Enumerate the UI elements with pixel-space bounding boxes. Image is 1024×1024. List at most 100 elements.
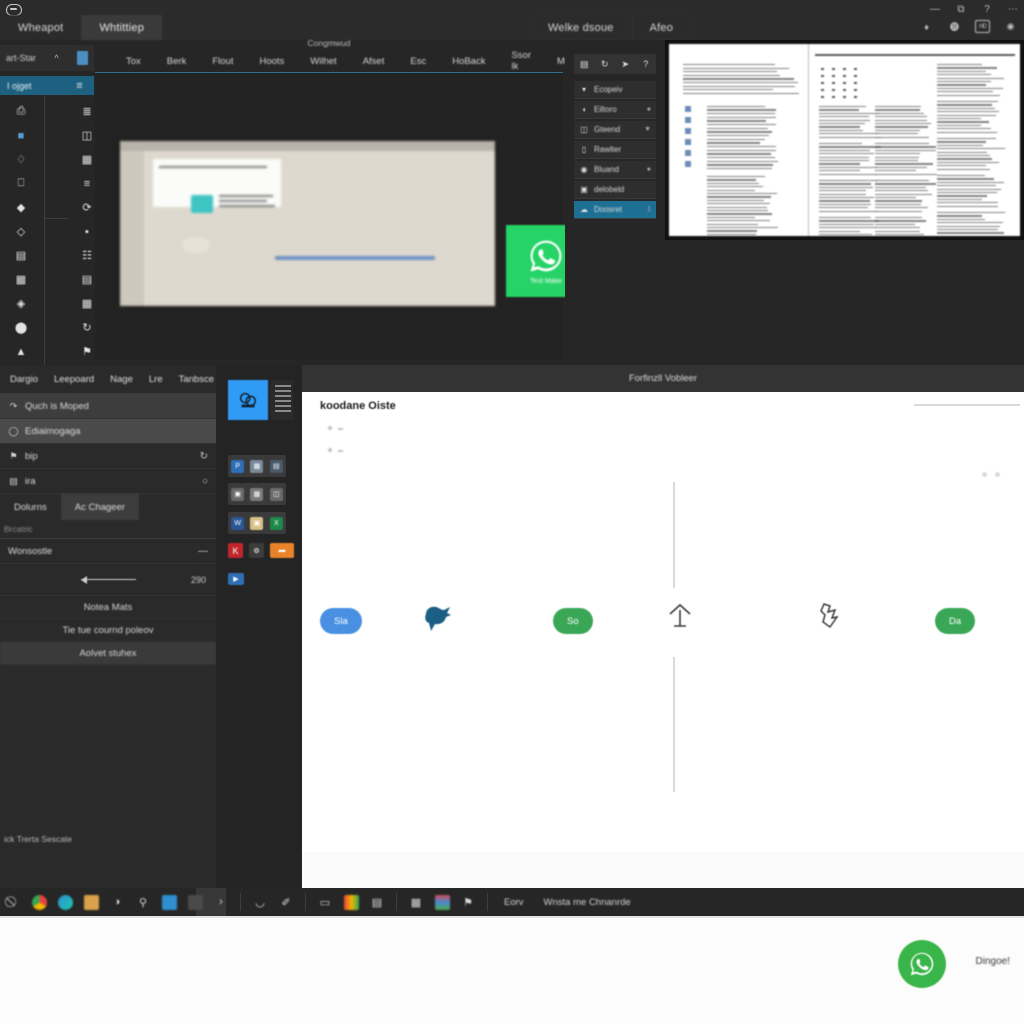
bars-icon[interactable]: ▤: [80, 272, 95, 287]
window-icon[interactable]: ▭: [312, 891, 338, 913]
help-icon[interactable]: ?: [640, 58, 652, 70]
table-icon[interactable]: ▦: [14, 272, 29, 287]
chrome-icon[interactable]: [26, 891, 52, 913]
segment-dolurns[interactable]: Dolurns: [0, 494, 61, 520]
pin-icon[interactable]: ♦: [919, 20, 934, 33]
image-icon[interactable]: ▣: [250, 517, 263, 530]
panel-item-rawlter[interactable]: ▯ Rawlter: [574, 141, 656, 159]
dot-icon[interactable]: ▪: [80, 224, 95, 239]
tab-leepoard[interactable]: Leepoard: [46, 374, 102, 385]
menu-item-hoots[interactable]: Hoots: [246, 56, 297, 67]
search-icon[interactable]: ⚲: [130, 891, 156, 913]
row-bip[interactable]: ⚑ bip ↻: [0, 444, 216, 469]
rows-icon[interactable]: ◫: [80, 128, 95, 143]
list-item-tie-tue[interactable]: Tie tue cournd poleov: [0, 619, 216, 642]
row-ira[interactable]: ▤ ira ○: [0, 469, 216, 494]
tools-icon[interactable]: ⚙: [249, 543, 264, 558]
tab-welke-dsoue[interactable]: Welke dsoue: [530, 15, 632, 40]
diamond-outline-icon[interactable]: ◇: [14, 224, 29, 239]
excel-icon[interactable]: X: [270, 517, 283, 530]
folder-icon[interactable]: [156, 891, 182, 913]
res-icon[interactable]: HD: [975, 20, 990, 33]
whatsapp-circle-icon[interactable]: [898, 940, 946, 988]
row-wonsostle[interactable]: Wonsostle —: [0, 539, 216, 564]
stamp-icon[interactable]: ⎙: [14, 104, 29, 119]
tab-wheapot[interactable]: Wheapot: [0, 15, 81, 40]
chart-icon[interactable]: ▤: [270, 460, 283, 473]
pin-icon[interactable]: ▲: [14, 344, 29, 359]
panel-item-eiltoro[interactable]: ◖ Eiltoro ●: [574, 101, 656, 119]
paint-icon[interactable]: [429, 891, 455, 913]
panel-item-gteend[interactable]: ◫ Gteend ▼: [574, 121, 656, 139]
swirl-icon[interactable]: ⟳: [80, 200, 95, 215]
panel-item-delobeld[interactable]: ▣ delobeld: [574, 181, 656, 199]
panel-item-bluand[interactable]: ◉ Bluand ●: [574, 161, 656, 179]
minimize-icon[interactable]: —: [928, 2, 942, 16]
list-item-aolvet-stuhex[interactable]: Aolvet stuhex: [0, 642, 216, 665]
chevron-right-icon[interactable]: ›: [208, 891, 234, 913]
gem-icon[interactable]: ◈: [14, 296, 29, 311]
menu-item-berk[interactable]: Berk: [154, 56, 200, 67]
media-icon[interactable]: ▶: [228, 573, 244, 585]
preview-card[interactable]: [120, 141, 495, 306]
circle-icon[interactable]: ○: [202, 476, 208, 487]
taskbar-label-wnsta[interactable]: Wnsta me Chnanrde: [534, 897, 641, 908]
refresh-icon[interactable]: ↻: [599, 58, 611, 70]
taskbar-label-eorv[interactable]: Eorv: [494, 897, 534, 908]
menu-item-hoback[interactable]: HoBack: [439, 56, 498, 67]
page-icon[interactable]: [77, 51, 88, 65]
rail-selected-item[interactable]: I ojget ≡: [0, 76, 94, 95]
kdenlive-icon[interactable]: K: [228, 543, 243, 558]
link-icon[interactable]: ⓫: [947, 20, 962, 33]
bird-shape-icon[interactable]: [420, 604, 454, 634]
portfolio-body[interactable]: koodane Oiste Sla So Da: [302, 392, 1024, 852]
tab-lre[interactable]: Lre: [141, 374, 171, 385]
align-icon[interactable]: ≡: [80, 176, 95, 191]
card-icon[interactable]: ▤: [364, 891, 390, 913]
editor-canvas[interactable]: Test Make: [95, 72, 563, 359]
chip-sla[interactable]: Sla: [320, 608, 362, 634]
tab-nage[interactable]: Nage: [102, 374, 141, 385]
collapse-icon[interactable]: —: [198, 546, 208, 557]
help-icon[interactable]: ?: [980, 2, 994, 16]
hand-outline-icon[interactable]: [816, 600, 844, 632]
grid-icon[interactable]: ▦: [80, 152, 95, 167]
list-item-notea-mats[interactable]: Notea Mats: [0, 596, 216, 619]
terminal-icon[interactable]: ▬: [270, 543, 294, 558]
diamond-icon[interactable]: ◆: [14, 200, 29, 215]
shield-icon[interactable]: ◑: [104, 891, 130, 913]
word-icon[interactable]: W: [231, 517, 244, 530]
row-ediaimogaga[interactable]: ◯ Ediaimogaga: [0, 419, 216, 444]
layers-icon[interactable]: ▤: [578, 58, 590, 70]
restore-icon[interactable]: ⧉: [954, 2, 968, 16]
menu-item-flout[interactable]: Flout: [199, 56, 246, 67]
slide-icon[interactable]: ▦: [250, 488, 263, 501]
fill-icon[interactable]: ■: [14, 128, 29, 143]
grid-icon[interactable]: ◫: [270, 488, 283, 501]
cursor-icon[interactable]: ➤: [619, 58, 631, 70]
account-icon[interactable]: ◉: [1003, 20, 1018, 33]
tag-icon[interactable]: ⬤: [14, 320, 29, 335]
segment-ac-chageer[interactable]: Ac Chageer: [61, 494, 139, 520]
edge-icon[interactable]: [52, 891, 78, 913]
tab-afeo[interactable]: Afeo: [632, 15, 691, 40]
calculator-icon[interactable]: ▦: [403, 891, 429, 913]
chevron-up-icon[interactable]: ^: [54, 53, 58, 63]
menu-item-esc[interactable]: Esc: [397, 56, 439, 67]
document-viewer[interactable]: [665, 40, 1024, 240]
chip-so[interactable]: So: [553, 608, 593, 634]
row-quch-is-moped[interactable]: ↷ Quch is Moped: [0, 394, 216, 419]
photos-icon[interactable]: [78, 891, 104, 913]
flag-icon[interactable]: ⚑: [455, 891, 481, 913]
cells-icon[interactable]: ▦: [80, 296, 95, 311]
refresh-icon[interactable]: ↻: [200, 451, 208, 462]
sync-icon[interactable]: ↻: [80, 320, 95, 335]
app-icon[interactable]: [182, 891, 208, 913]
tab-tanbsce[interactable]: Tanbsce: [171, 374, 222, 385]
panel-item-doosret[interactable]: ☁ Doosret 1: [574, 201, 656, 219]
more-icon[interactable]: ⋯: [1006, 2, 1020, 16]
menu-icon[interactable]: ≡: [72, 78, 87, 93]
frame-icon[interactable]: ▤: [14, 248, 29, 263]
call-icon[interactable]: ◡: [247, 891, 273, 913]
list-icon[interactable]: ≣: [80, 104, 95, 119]
